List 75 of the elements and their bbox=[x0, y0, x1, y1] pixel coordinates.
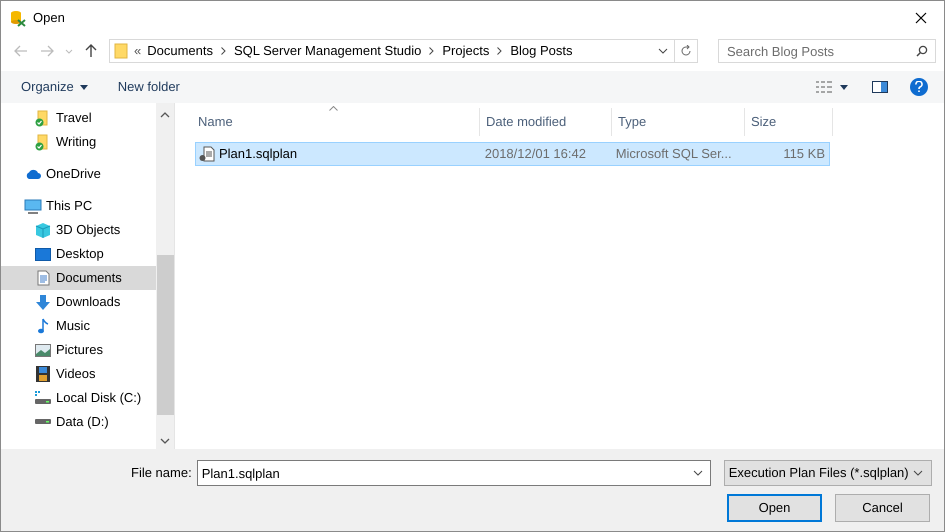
film-strip-icon bbox=[36, 366, 50, 382]
document-icon bbox=[36, 270, 50, 286]
preview-pane-icon bbox=[872, 81, 888, 93]
navigation-item[interactable]: This PC bbox=[1, 194, 156, 218]
monitor-icon bbox=[24, 198, 42, 214]
navigation-item[interactable]: Downloads bbox=[1, 290, 156, 314]
breadcrumb[interactable]: SQL Server Management Studio bbox=[234, 41, 422, 61]
hard-drive-icon bbox=[35, 391, 51, 405]
question-mark-icon bbox=[915, 81, 923, 93]
file-icon bbox=[199, 146, 215, 162]
navigation-item[interactable]: OneDrive bbox=[1, 162, 156, 186]
folder-icon bbox=[114, 43, 128, 59]
details-view-icon bbox=[816, 81, 832, 93]
chevron-down-icon[interactable] bbox=[658, 48, 668, 54]
file-type-dropdown[interactable]: Execution Plan Files (*.sqlplan) bbox=[724, 460, 932, 486]
scroll-thumb[interactable] bbox=[156, 255, 174, 415]
navigation-item[interactable]: Local Disk (C:) bbox=[1, 386, 156, 410]
navigation-item[interactable]: Travel bbox=[1, 106, 156, 130]
hard-drive-icon bbox=[35, 419, 51, 425]
chevron-down-icon[interactable] bbox=[692, 470, 703, 476]
open-button[interactable]: Open bbox=[727, 494, 822, 522]
navigation-item[interactable]: 3D Objects bbox=[1, 218, 156, 242]
navigation-item[interactable]: Music bbox=[1, 314, 156, 338]
file-row[interactable]: Plan1.sqlplan 2018/12/01 16:42 Microsoft SQL Ser... 115 KB bbox=[195, 142, 830, 166]
navigation-item[interactable]: Writing bbox=[1, 130, 156, 154]
column-header[interactable]: Size bbox=[745, 108, 833, 136]
caret-icon bbox=[80, 84, 88, 90]
navigation-item[interactable]: Documents bbox=[1, 266, 156, 290]
caret-icon bbox=[840, 84, 848, 90]
cancel-button[interactable]: Cancel bbox=[835, 494, 930, 522]
table-cell-text: 115 KB bbox=[783, 145, 825, 164]
table-cell-text: Microsoft SQL Ser... bbox=[616, 145, 732, 164]
help-button[interactable] bbox=[910, 78, 928, 96]
forward-arrow-icon bbox=[40, 45, 54, 57]
organize-button[interactable]: Organize bbox=[11, 74, 98, 100]
chevron-right-icon bbox=[429, 47, 434, 55]
overflow-chevron[interactable]: « bbox=[134, 41, 142, 61]
scroll-up-icon[interactable] bbox=[160, 112, 170, 118]
close-icon bbox=[915, 12, 927, 24]
chevron-down-icon bbox=[912, 470, 923, 476]
back-arrow-icon bbox=[14, 45, 28, 57]
download-arrow-icon bbox=[35, 294, 51, 310]
up-arrow-icon bbox=[85, 44, 97, 58]
table-cell-text: 2018/12/01 16:42 bbox=[484, 145, 586, 164]
chevron-right-icon bbox=[220, 47, 226, 55]
breadcrumb[interactable]: Documents bbox=[147, 41, 213, 61]
navigation-item[interactable]: Desktop bbox=[1, 242, 156, 266]
scroll-down-icon[interactable] bbox=[160, 438, 170, 444]
column-header[interactable]: Name bbox=[192, 108, 480, 136]
database-icon bbox=[9, 9, 27, 27]
file-name-field[interactable]: Plan1.sqlplan bbox=[196, 460, 711, 486]
landscape-icon bbox=[35, 344, 51, 356]
navigation-item[interactable]: Videos bbox=[1, 362, 156, 386]
cloud-icon bbox=[24, 168, 42, 180]
column-header[interactable]: Type bbox=[612, 108, 745, 136]
chevron-right-icon bbox=[497, 47, 502, 55]
desktop-icon bbox=[35, 248, 51, 260]
search-icon bbox=[916, 45, 928, 57]
file-name-label: File name: bbox=[131, 464, 192, 482]
caret-icon bbox=[65, 48, 73, 54]
refresh-icon[interactable] bbox=[680, 45, 692, 57]
new-folder-button[interactable]: New folder bbox=[106, 74, 192, 100]
navigation-item[interactable]: Data (D:) bbox=[1, 410, 156, 434]
music-note-icon bbox=[38, 318, 48, 334]
window-title: Open bbox=[33, 9, 65, 28]
sort-ascending-icon bbox=[329, 106, 338, 111]
search-field[interactable]: Search Blog Posts bbox=[718, 39, 936, 63]
navigation-item[interactable]: Pictures bbox=[1, 338, 156, 362]
column-header[interactable]: Date modified bbox=[480, 108, 612, 136]
address-bar[interactable]: « Documents SQL Server Management Studio Projects Blog Posts bbox=[109, 39, 698, 63]
cube-icon bbox=[35, 222, 51, 238]
breadcrumb[interactable]: Projects bbox=[442, 41, 490, 61]
table-cell-text: Plan1.sqlplan bbox=[219, 145, 298, 164]
scrollbar[interactable] bbox=[156, 103, 174, 449]
breadcrumb[interactable]: Blog Posts bbox=[510, 41, 573, 61]
